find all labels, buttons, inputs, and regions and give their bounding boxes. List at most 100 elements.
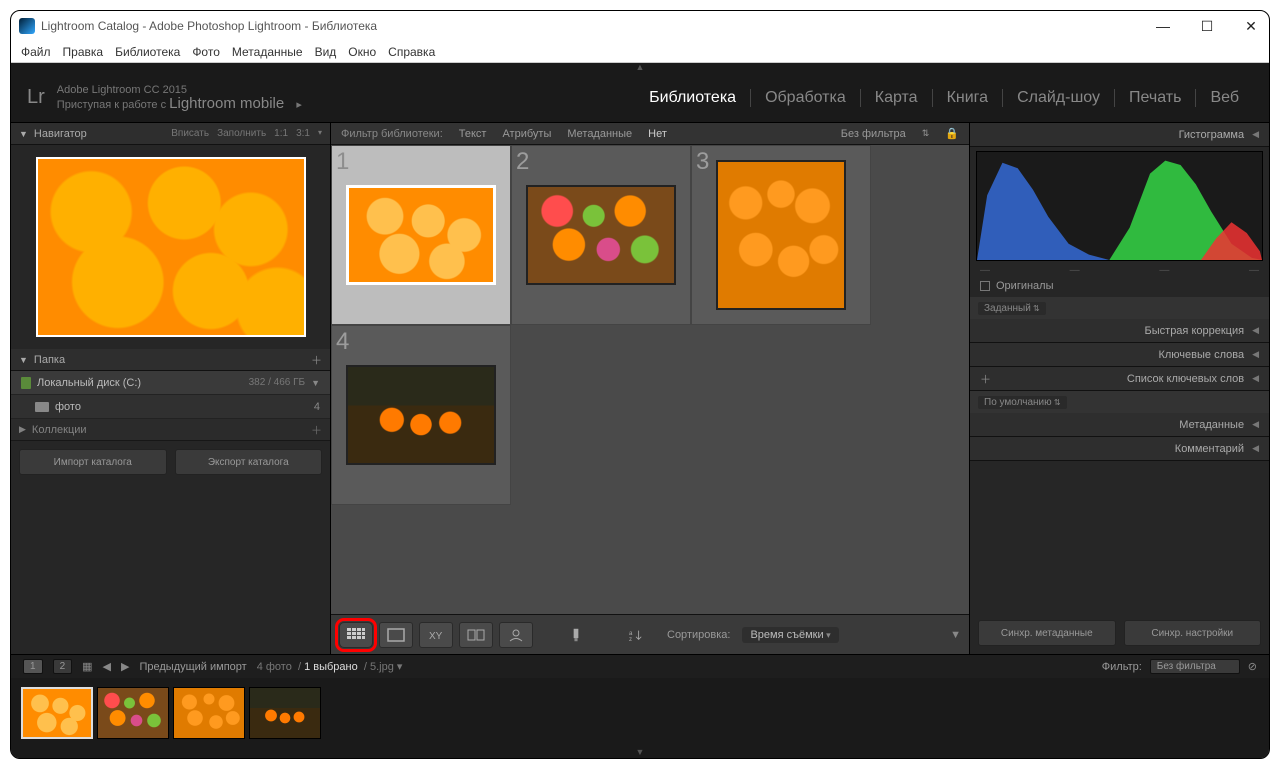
lock-icon[interactable]: 🔒 [945, 127, 959, 140]
nav-fwd-icon[interactable]: ▶ [121, 660, 129, 673]
nav-11[interactable]: 1:1 [274, 128, 288, 139]
metadata-header[interactable]: Метаданные◀ [970, 413, 1269, 437]
painter-tool-button[interactable] [559, 622, 593, 648]
screen-1-button[interactable]: 1 [23, 659, 43, 674]
module-print[interactable]: Печать [1114, 89, 1195, 107]
grid-cell[interactable]: 3 [691, 145, 871, 325]
screen-2-button[interactable]: 2 [53, 659, 73, 674]
metadata-preset-select[interactable]: По умолчанию [978, 396, 1067, 409]
folders-label: Папка [34, 354, 65, 366]
chevron-down-icon[interactable]: ▼ [311, 378, 320, 388]
collapse-bottom-icon[interactable]: ▼ [11, 748, 1269, 758]
filmstrip-thumb[interactable] [21, 687, 93, 739]
navigator-header[interactable]: ▼ Навигатор Вписать Заполнить 1:1 3:1 ▾ [11, 123, 330, 145]
menu-edit[interactable]: Правка [63, 45, 104, 59]
toolbar-expand-icon[interactable]: ▼ [950, 629, 961, 641]
keywords-header[interactable]: Ключевые слова◀ [970, 343, 1269, 367]
grid-cell[interactable]: 1 [331, 145, 511, 325]
histogram[interactable] [976, 151, 1263, 261]
quick-develop-header[interactable]: Быстрая коррекция◀ [970, 319, 1269, 343]
keyword-list-header[interactable]: ＋ Список ключевых слов◀ [970, 367, 1269, 391]
grid-cell[interactable]: 2 [511, 145, 691, 325]
histogram-header[interactable]: Гистограмма ◀ [970, 123, 1269, 147]
filmstrip-thumb[interactable] [249, 687, 321, 739]
folders-header[interactable]: ▼ Папка [11, 349, 330, 371]
view-loupe-button[interactable] [379, 622, 413, 648]
import-catalog-button[interactable]: Импорт каталога [19, 449, 167, 475]
menu-metadata[interactable]: Метаданные [232, 45, 303, 59]
cell-index: 1 [336, 148, 349, 176]
disk-row[interactable]: Локальный диск (C:) 382 / 466 ГБ ▼ [11, 371, 330, 395]
view-compare-button[interactable]: XY [419, 622, 453, 648]
module-develop[interactable]: Обработка [750, 89, 860, 107]
window-title: Lightroom Catalog - Adobe Photoshop Ligh… [41, 19, 1153, 33]
plus-icon[interactable]: ＋ [980, 371, 991, 387]
svg-text:XY: XY [429, 631, 443, 642]
filmstrip-thumb[interactable] [173, 687, 245, 739]
menu-file[interactable]: Файл [21, 45, 51, 59]
sort-direction-button[interactable]: az [619, 622, 653, 648]
module-slideshow[interactable]: Слайд-шоу [1002, 89, 1114, 107]
view-survey-button[interactable] [459, 622, 493, 648]
folder-name: фото [55, 401, 81, 413]
filmstrip [11, 678, 1269, 748]
sort-select[interactable]: Время съёмки [742, 627, 838, 643]
module-header: Lr Adobe Lightroom CC 2015 Приступая к р… [11, 73, 1269, 123]
menu-window[interactable]: Окно [348, 45, 376, 59]
maximize-button[interactable]: ☐ [1197, 18, 1217, 35]
thumbnail-image [526, 185, 676, 285]
left-panel: ▼ Навигатор Вписать Заполнить 1:1 3:1 ▾ … [11, 123, 331, 654]
source-name[interactable]: Предыдущий импорт [139, 661, 246, 673]
nav-31[interactable]: 3:1 [296, 128, 310, 139]
minimize-button[interactable]: — [1153, 18, 1173, 35]
filter-metadata[interactable]: Метаданные [567, 128, 632, 140]
thumbnail-image [716, 160, 846, 310]
view-people-button[interactable] [499, 622, 533, 648]
menu-photo[interactable]: Фото [192, 45, 220, 59]
svg-text:z: z [629, 636, 632, 642]
chevron-down-icon: ▼ [19, 355, 28, 365]
grid-toolbar: XY az Сортировка: [331, 614, 969, 654]
collections-header[interactable]: ▶ Коллекции [11, 419, 330, 441]
filter-none[interactable]: Нет [648, 128, 667, 140]
histogram-info: ———— [970, 265, 1269, 275]
collapse-top-icon[interactable]: ▲ [11, 63, 1269, 73]
module-book[interactable]: Книга [932, 89, 1002, 107]
nav-back-icon[interactable]: ◀ [103, 660, 111, 673]
menu-library[interactable]: Библиотека [115, 45, 180, 59]
filter-attributes[interactable]: Атрибуты [502, 128, 551, 140]
chevron-right-icon: ▶ [19, 424, 26, 435]
folder-icon [35, 402, 49, 412]
comments-header[interactable]: Комментарий◀ [970, 437, 1269, 461]
grid-cell[interactable]: 4 [331, 325, 511, 505]
grid-mini-icon[interactable]: ▦ [82, 660, 92, 673]
chevron-down-icon[interactable]: ▾ [318, 128, 322, 139]
filmstrip-thumb[interactable] [97, 687, 169, 739]
menu-view[interactable]: Вид [315, 45, 337, 59]
navigator-preview[interactable] [36, 157, 306, 337]
view-grid-button[interactable] [339, 622, 373, 648]
close-button[interactable]: ✕ [1241, 18, 1261, 35]
sync-metadata-button[interactable]: Синхр. метаданные [978, 620, 1116, 646]
module-map[interactable]: Карта [860, 89, 932, 107]
module-library[interactable]: Библиотека [635, 89, 750, 107]
chevron-updown-icon[interactable]: ⇅ [922, 128, 930, 139]
filmstrip-header: 1 2 ▦ ◀ ▶ Предыдущий импорт 4 фото / 1 в… [11, 654, 1269, 678]
sync-settings-button[interactable]: Синхр. настройки [1124, 620, 1262, 646]
menu-help[interactable]: Справка [388, 45, 435, 59]
filter-text[interactable]: Текст [459, 128, 487, 140]
filter-preset[interactable]: Без фильтра [841, 128, 906, 140]
filmstrip-filter-select[interactable]: Без фильтра [1150, 659, 1240, 674]
module-web[interactable]: Веб [1195, 89, 1253, 107]
quick-preset-select[interactable]: Заданный [978, 302, 1046, 315]
cell-index: 3 [696, 148, 709, 176]
nav-fit[interactable]: Вписать [171, 128, 209, 139]
nav-fill[interactable]: Заполнить [217, 128, 266, 139]
export-catalog-button[interactable]: Экспорт каталога [175, 449, 323, 475]
identity-line2[interactable]: Приступая к работе с Lightroom mobile ▸ [57, 97, 302, 112]
originals-toggle[interactable]: Оригиналы [970, 275, 1269, 297]
window-titlebar: Lightroom Catalog - Adobe Photoshop Ligh… [11, 11, 1269, 41]
folder-row[interactable]: фото 4 [11, 395, 330, 419]
filter-switch-icon[interactable]: ⊘ [1248, 660, 1257, 673]
library-filter-bar: Фильтр библиотеки: Текст Атрибуты Метада… [331, 123, 969, 145]
